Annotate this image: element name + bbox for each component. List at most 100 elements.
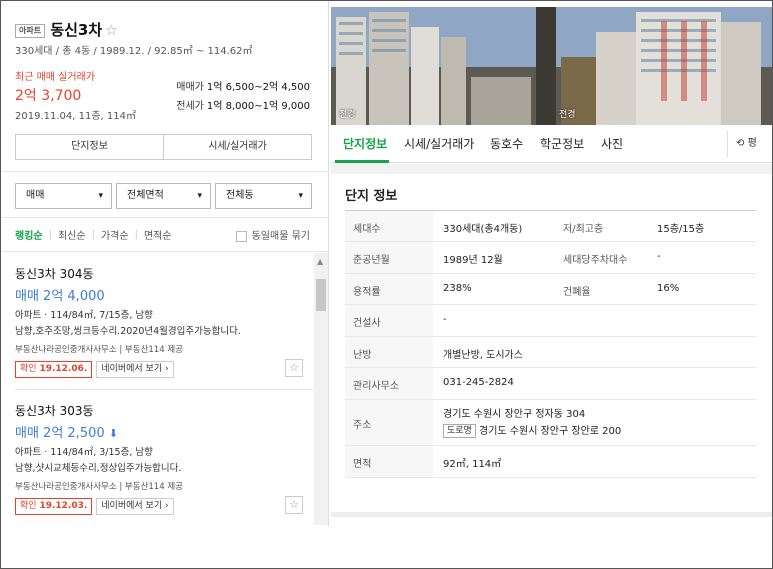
- favorite-star-icon[interactable]: ☆: [105, 23, 118, 39]
- recent-trade-date: 2019.11.04, 11층, 114㎡: [15, 111, 136, 122]
- lease-price-row: 전세가 1억 8,000~1억 9,000: [176, 97, 310, 112]
- item-detail: 아파트 · 114/84㎡, 7/15층, 남향: [15, 310, 153, 321]
- item-actions: 확인 19.12.06. 네이버에서 보기 › ☆: [15, 359, 305, 379]
- listing-panel: 아파트 동신3차 ☆ 330세대 / 총 4동 / 1989.12. / 92.8…: [1, 1, 329, 526]
- table-cell: 238%: [443, 283, 472, 294]
- table-cell: 330세대(총4개동): [443, 224, 523, 235]
- table-cell: 92㎡, 114㎡: [443, 459, 502, 470]
- view-on-naver-link[interactable]: 네이버에서 보기 ›: [96, 498, 174, 515]
- table-header: 관리사무소: [345, 368, 433, 399]
- group-same-listing-checkbox[interactable]: 동일매물 묶기: [235, 227, 310, 242]
- confirm-badge: 확인 19.12.06.: [15, 361, 93, 378]
- favorite-star-icon[interactable]: ☆: [285, 359, 303, 377]
- complex-name: 동신3차: [50, 21, 103, 39]
- tab-units[interactable]: 동호수: [490, 135, 523, 152]
- chevron-down-icon: ▾: [197, 191, 202, 201]
- favorite-star-icon[interactable]: ☆: [285, 496, 303, 514]
- trade-type-select[interactable]: 매매 ▾: [15, 183, 112, 209]
- address-lot: 경기도 수원시 장안구 정자동 304: [443, 409, 586, 420]
- group-same-listing-label: 동일매물 묶기: [251, 231, 310, 242]
- table-row: 세대수 330세대(총4개동) 저/최고층 15층/15층: [345, 211, 756, 242]
- item-price: 매매 2억 4,000: [15, 285, 305, 304]
- table-row: 준공년월 1989년 12월 세대당주차대수 -: [345, 242, 756, 274]
- table-header: 저/최고층: [553, 211, 645, 241]
- table-row: 용적률 238% 건폐율 16%: [345, 274, 756, 305]
- area-value: 전체면적: [127, 190, 164, 201]
- list-item[interactable]: 동신3차 304동 매매 2억 4,000 아파트 · 114/84㎡, 7/1…: [15, 265, 305, 379]
- sale-price-row: 매매가 1억 6,500~2억 4,500: [176, 78, 310, 93]
- item-name: 동신3차 303동: [15, 404, 94, 418]
- area-select[interactable]: 전체면적 ▾: [116, 183, 211, 209]
- table-row: 난방 개별난방, 도시가스: [345, 337, 756, 368]
- sort-price[interactable]: 가격순: [101, 227, 129, 242]
- complex-title: 아파트 동신3차 ☆: [15, 19, 118, 40]
- tab-photos[interactable]: 사진: [601, 135, 623, 152]
- sort-ranking[interactable]: 랭킹순: [15, 227, 43, 242]
- divider: [2, 217, 328, 218]
- table-header: 건폐율: [553, 274, 645, 304]
- tab-price-history[interactable]: 시세/실거래가: [404, 135, 474, 152]
- list-item[interactable]: 동신3차 303동 매매 2억 2,500 ⬇ 아파트 · 114/84㎡, 3…: [15, 402, 305, 516]
- table-cell: -: [657, 251, 661, 262]
- table-cell: -: [443, 314, 447, 325]
- section-separator: [331, 164, 772, 174]
- confirm-label: 확인: [20, 501, 37, 511]
- divider: [2, 251, 328, 252]
- building-select[interactable]: 전체동 ▾: [215, 183, 312, 209]
- checkbox-box[interactable]: [235, 230, 247, 242]
- item-price: 매매 2억 2,500 ⬇: [15, 422, 305, 441]
- sort-area[interactable]: 면적순: [144, 227, 172, 242]
- table-cell: 경기도 수원시 장안구 정자동 304 도로명 경기도 수원시 장안구 장안로 …: [433, 400, 756, 445]
- table-cell: 16%: [657, 283, 680, 294]
- item-description: 남향,샷시교체등수리,정상입주가능합니다.: [15, 463, 182, 474]
- unit-toggle-button[interactable]: ⟲ 평: [727, 131, 772, 157]
- confirm-label: 확인: [20, 364, 37, 374]
- tab-complex-info[interactable]: 단지정보: [343, 135, 387, 152]
- item-name: 동신3차 304동: [15, 267, 94, 281]
- scroll-up-icon[interactable]: ▲: [317, 257, 323, 266]
- price-down-arrow-icon: ⬇: [108, 427, 118, 440]
- complex-info-button[interactable]: 단지정보: [16, 135, 163, 159]
- confirm-badge: 확인 19.12.03.: [15, 498, 93, 515]
- address-road-line: 도로명 경기도 수원시 장안구 장안로 200: [443, 423, 756, 440]
- table-header: 건설사: [345, 305, 433, 336]
- active-tab-indicator: [335, 160, 389, 163]
- unit-toggle-label: 평: [747, 138, 757, 149]
- item-detail: 아파트 · 114/84㎡, 3/15층, 남향: [15, 447, 153, 458]
- chevron-down-icon: ▾: [98, 191, 103, 201]
- view-on-naver-link[interactable]: 네이버에서 보기 ›: [96, 361, 174, 378]
- lease-price-value: 1억 8,000~1억 9,000: [206, 101, 310, 112]
- recent-trade-price: 2억 3,700: [15, 88, 82, 104]
- table-header: 주소: [345, 400, 433, 445]
- divider: [2, 171, 328, 172]
- sale-price-label: 매매가: [176, 82, 204, 93]
- divider: [15, 389, 313, 390]
- item-agency: 부동산나라공인중개사사무소 | 부동산114 제공: [15, 482, 183, 492]
- panel-tab-buttons: 단지정보 시세/실거래가: [15, 134, 312, 160]
- sale-price-value: 1억 6,500~2억 4,500: [206, 82, 310, 93]
- detail-panel: 전경 전경 단지정보 시세/실거래가 동호수 학군정보 사진 ⟲ 평 단지 정보…: [331, 1, 772, 521]
- sort-options: 랭킹순 | 최신순 | 가격순 | 면적순: [15, 227, 172, 242]
- table-header: 준공년월: [345, 242, 433, 273]
- refresh-icon: ⟲: [736, 138, 745, 149]
- table-cell: 개별난방, 도시가스: [443, 350, 523, 361]
- lease-price-label: 전세가: [176, 101, 204, 112]
- table-header: 면적: [345, 446, 433, 477]
- detail-tabs: 단지정보 시세/실거래가 동호수 학군정보 사진 ⟲ 평: [331, 125, 772, 163]
- tab-school[interactable]: 학군정보: [540, 135, 584, 152]
- item-price-text: 매매 2억 4,000: [15, 289, 105, 304]
- confirm-date: 19.12.06.: [39, 364, 88, 374]
- photo-label: 전경: [559, 110, 576, 120]
- building-value: 전체동: [226, 190, 254, 201]
- trade-type-value: 매매: [26, 190, 45, 201]
- scrollbar-thumb[interactable]: [316, 279, 326, 311]
- road-address-badge: 도로명: [443, 424, 476, 438]
- list-scrollbar[interactable]: ▲: [314, 253, 328, 525]
- table-cell: 15층/15층: [657, 224, 705, 235]
- sort-latest[interactable]: 최신순: [58, 227, 86, 242]
- panel-bottom-bar: [331, 512, 772, 517]
- complex-photo[interactable]: 전경 전경: [331, 7, 772, 125]
- price-history-button[interactable]: 시세/실거래가: [163, 135, 311, 159]
- table-header: 세대당주차대수: [553, 242, 645, 273]
- table-cell: 031-245-2824: [443, 377, 514, 388]
